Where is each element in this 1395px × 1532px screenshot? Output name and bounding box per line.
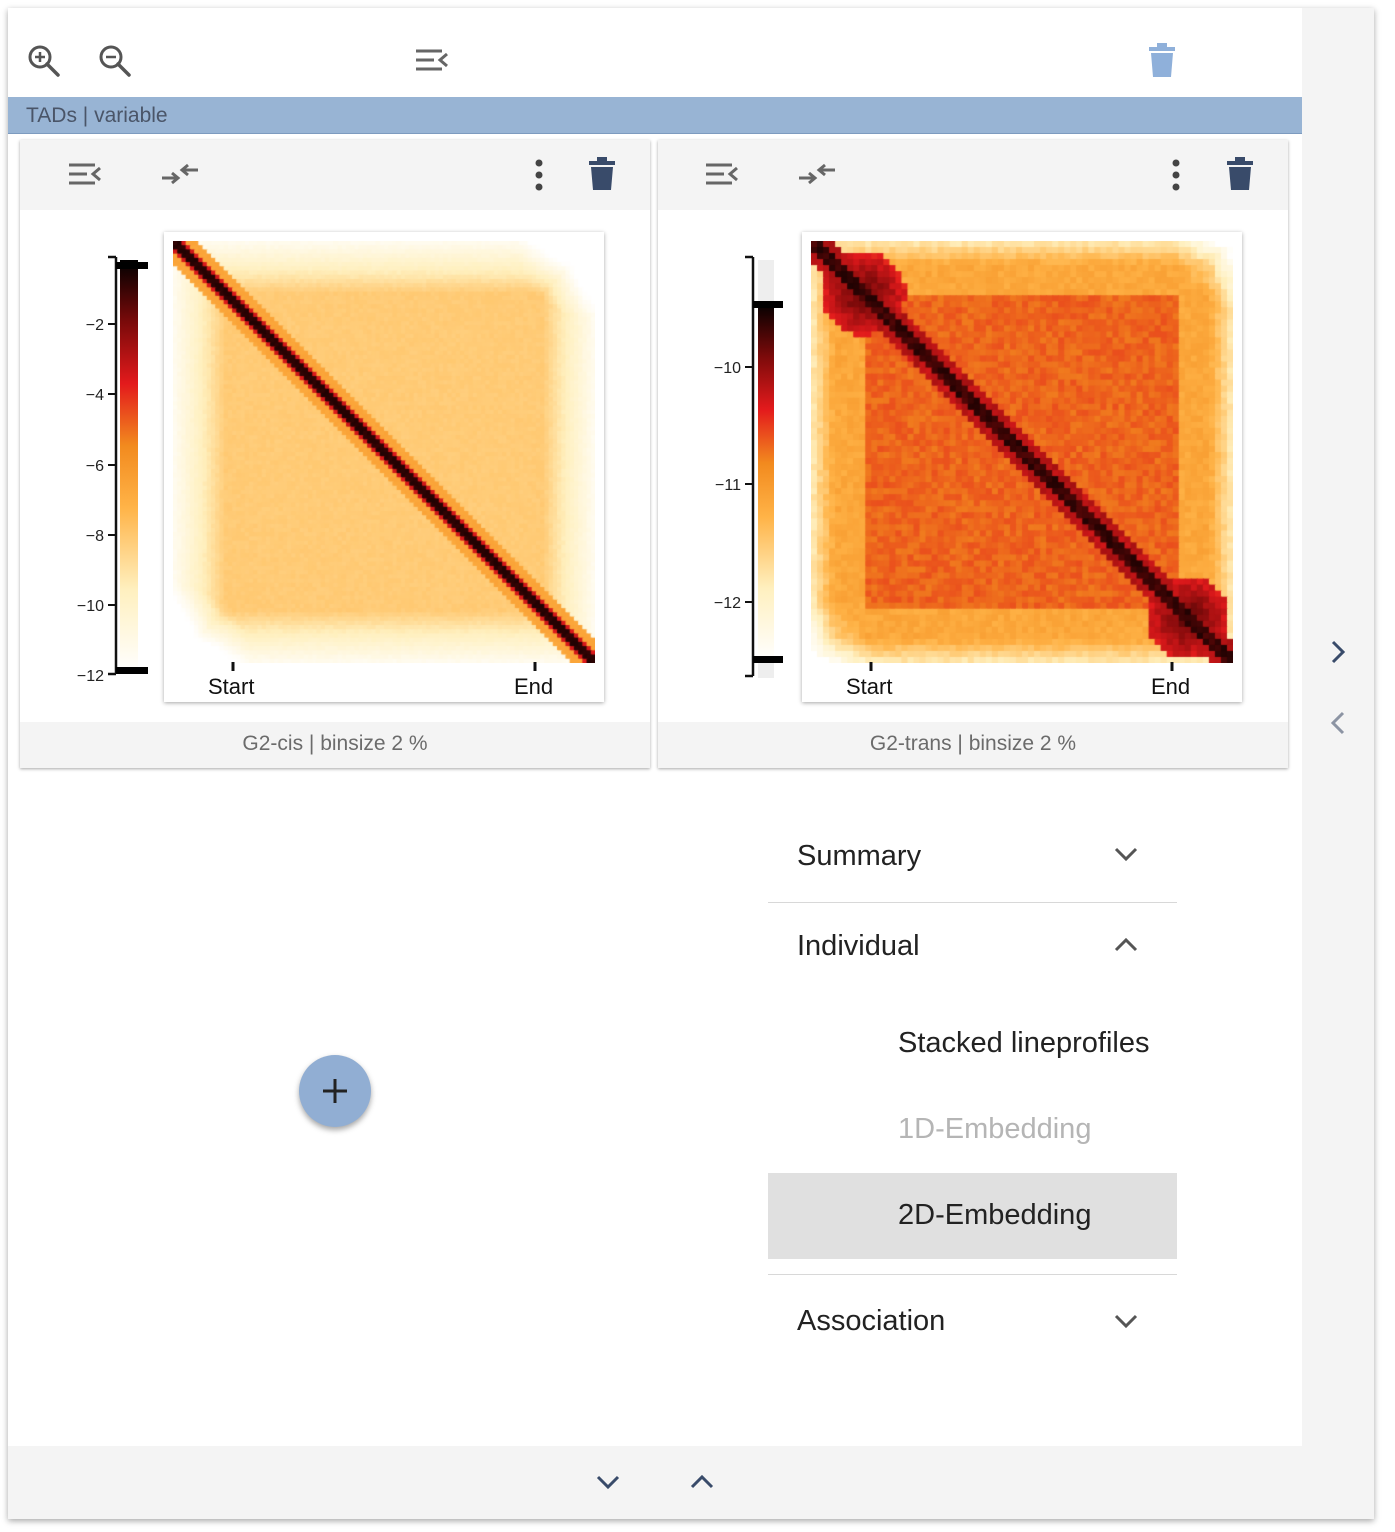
menu-item-2d-embedding[interactable]: 2D-Embedding	[768, 1173, 1177, 1259]
widget-g2-trans: −10 −11 −12 Start End G2-trans | binsize…	[658, 140, 1288, 768]
plus-icon	[323, 1079, 347, 1103]
menu-item-1d-embedding[interactable]: 1D-Embedding	[768, 1087, 1177, 1173]
compare-arrows-icon[interactable]	[797, 160, 837, 190]
widget-footer: G2-cis | binsize 2 %	[20, 722, 650, 768]
add-widget-button[interactable]	[299, 1055, 371, 1127]
widget-toolbar	[658, 140, 1288, 210]
chevron-down-icon	[1114, 1314, 1138, 1329]
colorbar-tick-label: −10	[714, 360, 741, 377]
colorbar-tick-label: −8	[86, 528, 104, 545]
zoom-out-icon[interactable]	[97, 43, 133, 79]
chevron-right-icon[interactable]	[1328, 639, 1348, 665]
colorbar: −2 −4 −6 −8 −10 −12	[77, 255, 148, 685]
trash-icon[interactable]	[1147, 43, 1177, 79]
menu-collapse-icon[interactable]	[67, 160, 103, 190]
heatmap-card[interactable]: Start End	[802, 232, 1242, 702]
colorbar-gradient	[758, 302, 774, 660]
colorbar-tick-label: −12	[714, 595, 741, 612]
colorbar-tick-label: −4	[86, 387, 104, 404]
menu-individual[interactable]: Individual	[768, 903, 1177, 1001]
chevron-up-icon	[1114, 937, 1138, 952]
dataset-label: TADs | variable	[26, 104, 168, 127]
x-tick-start: Start	[846, 674, 893, 699]
widget-footer: G2-trans | binsize 2 %	[658, 722, 1288, 768]
colorbar-tick-label: −12	[77, 668, 104, 685]
menu-item-stacked-lineprofiles[interactable]: Stacked lineprofiles	[768, 1001, 1177, 1087]
colorbar-ticks: −2 −4 −6 −8 −10 −12	[77, 317, 116, 685]
menu-item-label: 1D-Embedding	[898, 1113, 1092, 1145]
heatmap-canvas[interactable]	[811, 241, 1233, 663]
heatmap-canvas[interactable]	[173, 241, 595, 663]
colorbar-gradient	[120, 260, 138, 672]
chevron-down-icon[interactable]	[594, 1472, 622, 1492]
trash-icon[interactable]	[1226, 157, 1254, 191]
trash-icon[interactable]	[588, 157, 616, 191]
menu-collapse-icon[interactable]	[414, 46, 450, 76]
menu-summary[interactable]: Summary	[768, 810, 1177, 902]
colorbar: −10 −11 −12	[714, 255, 783, 678]
widget-toolbar	[20, 140, 650, 210]
x-axis-ticks	[231, 662, 537, 671]
dataset-bar[interactable]: TADs | variable	[8, 97, 1302, 134]
x-tick-end: End	[514, 674, 554, 699]
heatmap-card[interactable]: Start End	[164, 232, 604, 702]
menu-collapse-icon[interactable]	[704, 160, 740, 190]
chevron-left-icon[interactable]	[1328, 710, 1348, 736]
widget-type-menu: Summary Individual Stacked lineprofiles …	[768, 810, 1177, 1367]
menu-summary-label: Summary	[797, 840, 922, 872]
colorbar-ticks: −10 −11 −12	[714, 360, 753, 612]
more-vert-icon[interactable]	[532, 158, 546, 192]
menu-association[interactable]: Association	[768, 1275, 1177, 1367]
colorbar-tick-label: −10	[77, 598, 104, 615]
menu-individual-label: Individual	[797, 930, 920, 962]
x-tick-start: Start	[208, 674, 255, 699]
colorbar-tick-label: −6	[86, 458, 104, 475]
x-axis-ticks	[869, 662, 1174, 671]
colorbar-tick-label: −11	[715, 477, 741, 494]
menu-item-label: 2D-Embedding	[898, 1199, 1092, 1231]
menu-association-label: Association	[797, 1305, 946, 1337]
compare-arrows-icon[interactable]	[160, 160, 200, 190]
chevron-up-icon[interactable]	[688, 1472, 716, 1492]
menu-item-label: Stacked lineprofiles	[898, 1027, 1150, 1059]
x-tick-end: End	[1151, 674, 1191, 699]
more-vert-icon[interactable]	[1169, 158, 1183, 192]
chevron-down-icon	[1114, 847, 1138, 862]
colorbar-tick-label: −2	[86, 317, 104, 334]
zoom-in-icon[interactable]	[26, 43, 62, 79]
widget-g2-cis: −2 −4 −6 −8 −10 −12 Start End G2-cis | b…	[20, 140, 650, 768]
